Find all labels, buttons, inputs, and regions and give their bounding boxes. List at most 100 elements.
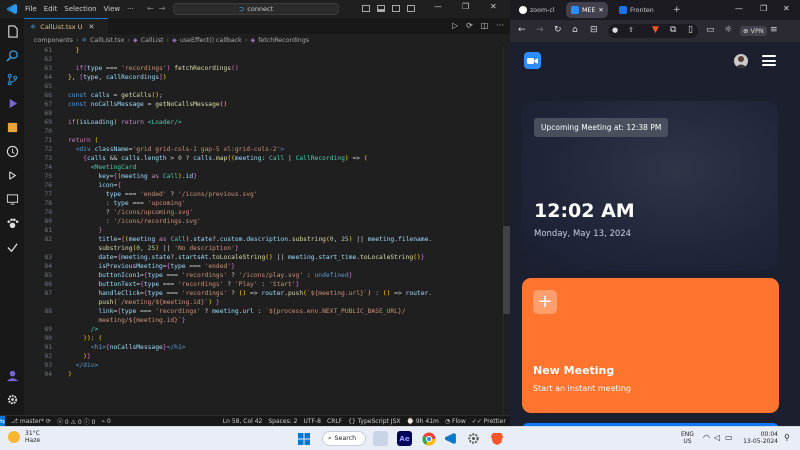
clock-date: 13-05-2024 bbox=[743, 438, 778, 445]
timeline-icon[interactable] bbox=[5, 144, 19, 158]
explorer-icon[interactable] bbox=[5, 24, 19, 38]
code-line: substring(0, 25) || 'No description'} bbox=[98, 245, 239, 252]
encoding[interactable]: UTF-8 bbox=[304, 418, 322, 425]
volume-icon[interactable]: ◁ bbox=[714, 433, 720, 442]
editor-scrollbar[interactable] bbox=[503, 46, 510, 415]
battery-icon[interactable]: ▭ bbox=[725, 433, 733, 442]
toggle-panel-icon[interactable] bbox=[377, 5, 385, 12]
language-indicator[interactable]: ENG US bbox=[681, 431, 694, 445]
browser-tab[interactable]: zoom-cl bbox=[514, 2, 564, 18]
end-of-line[interactable]: CRLF bbox=[327, 418, 342, 425]
wallet-icon[interactable]: ▭ bbox=[706, 25, 715, 35]
menu-view[interactable]: View bbox=[104, 5, 121, 13]
toggle-secondary-sidebar-icon[interactable] bbox=[392, 5, 400, 12]
vpn-button[interactable]: ⊕ VPN bbox=[740, 26, 767, 36]
breadcrumb-item[interactable]: useEffect() callback bbox=[180, 37, 242, 44]
avatar[interactable] bbox=[734, 54, 748, 68]
share-icon[interactable]: ⇪ bbox=[628, 26, 634, 34]
code-line: isPreviousMeeting={type === 'ended'} bbox=[98, 263, 235, 270]
split-editor-icon[interactable]: ◫ bbox=[481, 21, 489, 30]
menu-icon[interactable]: ≡ bbox=[770, 25, 778, 35]
breadcrumb-item[interactable]: fetchRecordings bbox=[258, 37, 309, 44]
minimize-icon[interactable]: — bbox=[735, 4, 743, 13]
browser-tab[interactable]: Fronten bbox=[614, 2, 666, 18]
breadcrumb-item[interactable]: components bbox=[34, 37, 73, 44]
back-icon[interactable]: ← bbox=[518, 25, 526, 35]
extensions-icon[interactable]: ⧉ bbox=[670, 25, 676, 35]
restore-icon[interactable]: ❐ bbox=[462, 2, 469, 11]
menu-file[interactable]: File bbox=[25, 5, 37, 13]
back-arrow-icon[interactable]: ← bbox=[147, 4, 159, 13]
vscode-taskbar-icon[interactable] bbox=[443, 431, 458, 446]
forward-icon[interactable]: → bbox=[536, 25, 544, 35]
temperature: 31°C bbox=[25, 430, 40, 437]
home-icon[interactable]: ⌂ bbox=[572, 25, 578, 35]
tab-close-icon[interactable]: ✕ bbox=[598, 7, 603, 14]
restore-icon[interactable]: ❐ bbox=[760, 4, 767, 13]
taskbar-search[interactable]: ⌕ Search bbox=[322, 431, 366, 446]
paw-icon[interactable] bbox=[5, 216, 19, 230]
menu-more-icon[interactable]: ··· bbox=[127, 5, 134, 13]
new-tab-button[interactable]: + bbox=[670, 2, 684, 18]
breadcrumb-item[interactable]: CallList bbox=[141, 37, 164, 44]
sync-icon[interactable]: ☼ bbox=[724, 25, 732, 35]
extensions-icon[interactable] bbox=[5, 120, 19, 134]
weather-widget[interactable]: 31°C Haze bbox=[8, 430, 40, 444]
reload-icon[interactable]: ↻ bbox=[554, 25, 562, 35]
remote-indicator-icon[interactable]: ⇆ bbox=[0, 415, 6, 427]
code-line: const calls = getCalls(); bbox=[68, 92, 163, 99]
account-icon[interactable] bbox=[5, 368, 19, 382]
customize-layout-icon[interactable] bbox=[407, 5, 415, 12]
menu-edit[interactable]: Edit bbox=[44, 5, 58, 13]
more-actions-icon[interactable]: ··· bbox=[496, 21, 504, 30]
menu-selection[interactable]: Selection bbox=[64, 5, 96, 13]
remote-explorer-icon[interactable] bbox=[5, 192, 19, 206]
checkmark-icon[interactable] bbox=[5, 240, 19, 254]
flow-indicator[interactable]: ◔ Flow bbox=[445, 418, 466, 425]
scrollbar-thumb[interactable] bbox=[503, 226, 510, 314]
compare-icon[interactable]: ⟳ bbox=[466, 21, 473, 30]
wifi-icon[interactable]: ◠ bbox=[703, 433, 710, 442]
code-editor[interactable]: 61 } 62 63 if(type === 'recordings') fet… bbox=[24, 46, 510, 415]
forward-arrow-icon[interactable]: → bbox=[159, 4, 171, 13]
brave-browser-icon[interactable] bbox=[489, 431, 504, 446]
source-control-icon[interactable] bbox=[5, 72, 19, 86]
search-icon[interactable] bbox=[5, 48, 19, 62]
close-window-icon[interactable]: ✕ bbox=[490, 2, 497, 11]
after-effects-icon[interactable]: Ae bbox=[397, 431, 412, 446]
indentation[interactable]: Spaces: 2 bbox=[268, 418, 297, 425]
ports-indicator[interactable]: ⌁ 0 bbox=[101, 418, 110, 425]
system-clock[interactable]: 00:04 13-05-2024 bbox=[738, 431, 778, 445]
tab-calllist[interactable]: ⚛ CallList.tsx U ✕ bbox=[24, 18, 108, 34]
site-info-icon[interactable]: ● bbox=[612, 26, 618, 34]
chrome-icon[interactable] bbox=[421, 431, 436, 446]
start-windows-icon[interactable] bbox=[296, 431, 311, 446]
run-icon[interactable]: ▷ bbox=[452, 21, 458, 30]
time-tracker[interactable]: ⌚ 9h 41m bbox=[406, 418, 438, 425]
breadcrumb-item[interactable]: CallList.tsx bbox=[90, 37, 124, 44]
new-meeting-card[interactable]: + New Meeting Start an instant meeting bbox=[522, 278, 779, 413]
git-branch[interactable]: ⎇ master* ⟳ bbox=[11, 418, 51, 425]
testing-icon[interactable] bbox=[5, 168, 19, 182]
cursor-position[interactable]: Ln 58, Col 42 bbox=[223, 418, 263, 425]
prettier-indicator[interactable]: ✓✓ Prettier bbox=[472, 418, 506, 425]
task-view-icon[interactable] bbox=[373, 431, 388, 446]
tab-close-icon[interactable]: ✕ bbox=[88, 23, 94, 31]
language-mode[interactable]: {} TypeScript JSX bbox=[348, 418, 400, 425]
hamburger-menu-icon[interactable] bbox=[762, 55, 776, 66]
bookmark-icon[interactable]: ⊟ bbox=[590, 25, 598, 35]
settings-gear-icon[interactable] bbox=[466, 431, 481, 446]
close-window-icon[interactable]: ✕ bbox=[783, 4, 790, 13]
run-debug-icon[interactable] bbox=[5, 96, 19, 110]
manage-gear-icon[interactable] bbox=[5, 392, 19, 406]
command-center[interactable]: ⊃ connect bbox=[173, 3, 339, 15]
toggle-sidebar-icon[interactable] bbox=[362, 5, 370, 12]
problems-indicator[interactable]: ⓧ 0 ⚠ 0 ⓘ 0 bbox=[57, 417, 95, 426]
minimize-icon[interactable]: — bbox=[434, 2, 442, 11]
zoom-logo-icon[interactable] bbox=[524, 52, 541, 69]
sidebar-icon[interactable]: ▯ bbox=[688, 25, 693, 35]
brave-shield-icon[interactable]: ▼ bbox=[652, 25, 659, 35]
react-file-icon: ⚛ bbox=[81, 36, 88, 44]
notification-bell-icon[interactable]: ⚲ bbox=[784, 433, 790, 442]
browser-tab-active[interactable]: MEE ✕ bbox=[566, 2, 608, 18]
